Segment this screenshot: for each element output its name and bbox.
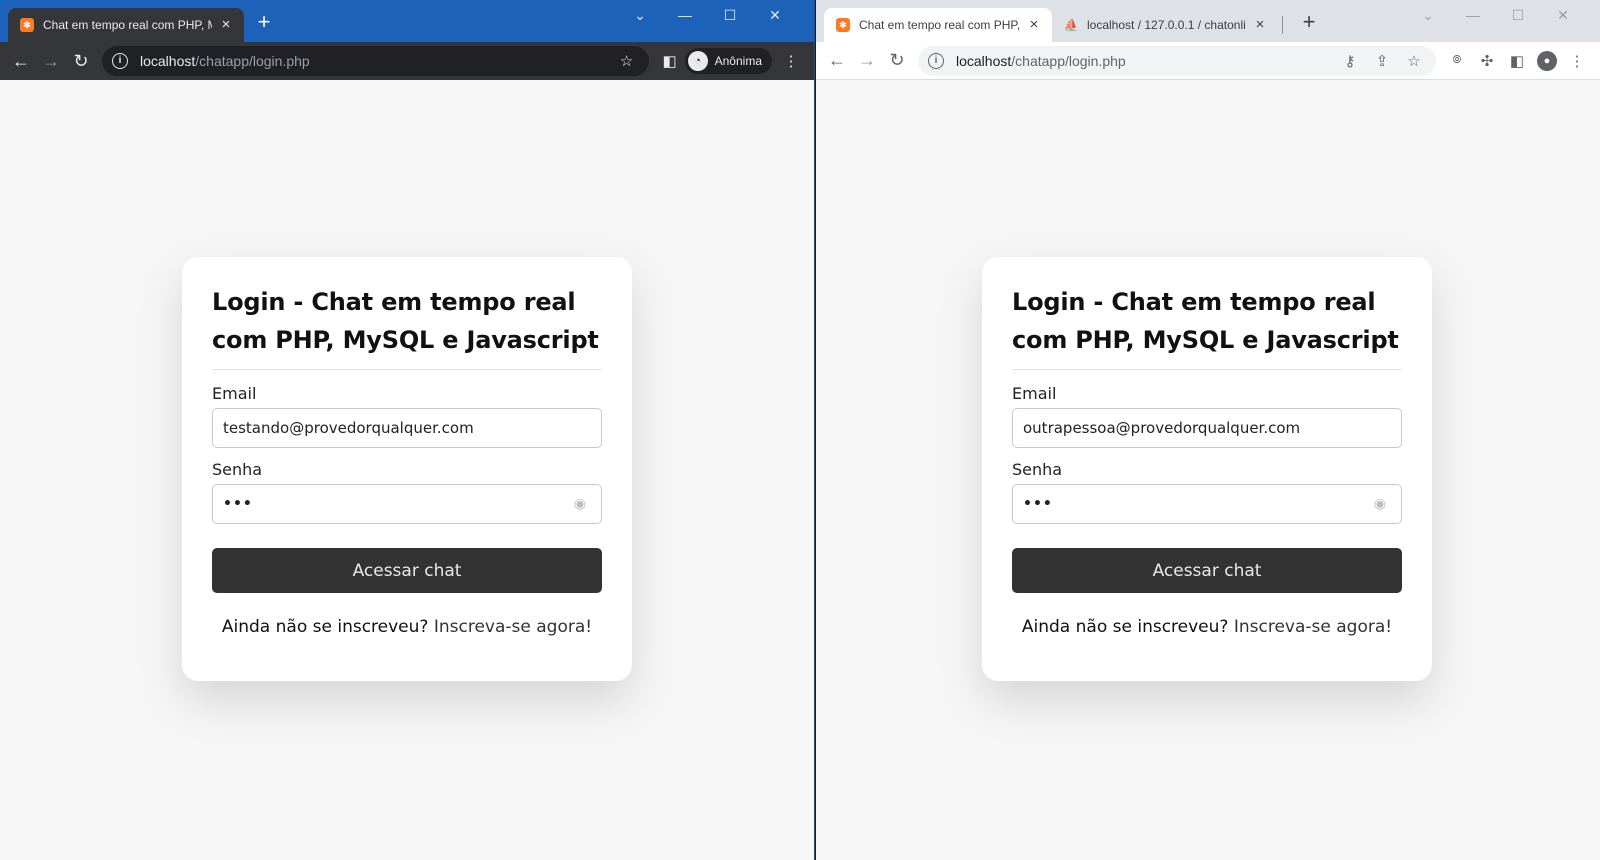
url-path: /chatapp/login.php [1011,52,1126,69]
avatar: ● [1537,50,1557,71]
menu-icon[interactable]: ⋮ [1562,46,1592,76]
email-field[interactable]: testando@provedorqualquer.com [212,408,602,448]
email-label: Email [212,384,257,403]
tab-title: Chat em tempo real com PHP, M [43,18,212,32]
page-viewport: Login - Chat em tempo real com PHP, MySQ… [0,80,814,860]
phpmyadmin-icon: ⛵ [1063,18,1079,32]
tab-title: Chat em tempo real com PHP, M [859,18,1020,32]
incognito-icon: ◔ [687,51,708,71]
url-host: localhost [140,53,196,69]
signup-text: Ainda não se inscreveu? [1021,617,1229,637]
signup-text: Ainda não se inscreveu? [221,617,429,637]
reload-icon[interactable]: ↻ [66,46,96,76]
tab-search-icon[interactable]: ⌄ [618,4,662,28]
url-path: /chatapp/login.php [195,53,310,69]
close-tab-icon[interactable]: × [1026,17,1042,33]
close-tab-icon[interactable]: × [1252,17,1268,33]
signup-prompt: Ainda não se inscreveu? Inscreva-se agor… [1012,617,1402,637]
profile-label: Anônima [714,54,762,68]
email-field[interactable]: outrapessoa@provedorqualquer.com [1012,408,1402,448]
divider [1012,369,1402,370]
tab-strip: ✻ Chat em tempo real com PHP, M × ⛵ loca… [816,0,1600,42]
password-field[interactable]: ••• ◉ [212,484,602,524]
menu-icon[interactable]: ⋮ [776,46,806,76]
forward-icon[interactable]: → [36,46,66,76]
new-tab-button[interactable]: + [253,11,275,34]
password-value: ••• [223,496,253,512]
reload-icon[interactable]: ↻ [882,46,912,76]
tab-phpmyadmin[interactable]: ⛵ localhost / 127.0.0.1 / chatonline × [1052,8,1278,42]
page-title: Login - Chat em tempo real com PHP, MySQ… [1012,288,1399,354]
back-icon[interactable]: ← [6,46,36,76]
profile-icon[interactable]: ● [1532,46,1562,76]
email-value: outrapessoa@provedorqualquer.com [1023,419,1301,437]
address-bar[interactable]: i localhost/chatapp/login.php ☆ [102,46,649,76]
maximize-button[interactable]: ☐ [708,4,752,28]
key-icon[interactable]: ⚷ [1338,52,1362,70]
extensions-icon[interactable]: ✣ [1472,46,1502,76]
back-icon[interactable]: ← [822,46,852,76]
address-bar[interactable]: i localhost/chatapp/login.php ⚷ ⇪ ☆ [918,45,1436,76]
login-button[interactable]: Acessar chat [212,548,602,593]
xampp-icon: ✻ [20,18,34,32]
close-window-button[interactable]: ✕ [1541,4,1585,28]
password-label: Senha [1012,460,1063,479]
signup-link[interactable]: Inscreva-se agora! [1234,617,1392,637]
password-label: Senha [212,460,263,479]
login-card: Login - Chat em tempo real com PHP, MySQ… [182,257,632,681]
xampp-icon: ✻ [836,18,850,32]
browser-window-right: ✻ Chat em tempo real com PHP, M × ⛵ loca… [816,0,1600,860]
minimize-button[interactable]: — [1451,4,1495,28]
new-tab-button[interactable]: + [1298,11,1320,34]
page-viewport: Login - Chat em tempo real com PHP, MySQ… [816,80,1600,860]
email-value: testando@provedorqualquer.com [223,419,474,437]
tab-separator [1282,16,1283,34]
maximize-button[interactable]: ☐ [1496,4,1540,28]
info-icon[interactable]: i [928,52,944,69]
password-value: ••• [1023,496,1053,512]
incognito-profile-button[interactable]: ◔ Anônima [684,48,772,74]
password-field[interactable]: ••• ◉ [1012,484,1402,524]
eye-icon[interactable]: ◉ [1369,496,1391,512]
signup-prompt: Ainda não se inscreveu? Inscreva-se agor… [212,617,602,637]
tab-chat[interactable]: ✻ Chat em tempo real com PHP, M × [8,8,244,42]
browser-window-left: ✻ Chat em tempo real com PHP, M × + ⌄ — … [0,0,815,860]
login-button[interactable]: Acessar chat [1012,548,1402,593]
side-panel-icon[interactable]: ◧ [1502,46,1532,76]
signup-link[interactable]: Inscreva-se agora! [434,617,592,637]
media-icon[interactable]: ⦾ [1442,46,1472,76]
close-window-button[interactable]: ✕ [753,4,797,28]
share-icon[interactable]: ⇪ [1370,52,1394,70]
page-title: Login - Chat em tempo real com PHP, MySQ… [212,288,599,354]
email-label: Email [1012,384,1057,403]
eye-icon[interactable]: ◉ [569,496,591,512]
tab-strip: ✻ Chat em tempo real com PHP, M × + ⌄ — … [0,0,814,42]
browser-toolbar: ← → ↻ i localhost/chatapp/login.php ☆ ◧ … [0,42,814,80]
info-icon[interactable]: i [112,53,128,69]
tab-title: localhost / 127.0.0.1 / chatonline [1087,18,1246,32]
close-tab-icon[interactable]: × [218,17,234,33]
browser-toolbar: ← → ↻ i localhost/chatapp/login.php ⚷ ⇪ … [816,42,1600,80]
url-host: localhost [956,52,1012,69]
bookmark-star-icon[interactable]: ☆ [1402,52,1426,70]
tab-chat[interactable]: ✻ Chat em tempo real com PHP, M × [824,8,1052,42]
tab-search-icon[interactable]: ⌄ [1406,4,1450,28]
minimize-button[interactable]: — [663,4,707,28]
bookmark-star-icon[interactable]: ☆ [615,52,639,70]
forward-icon[interactable]: → [852,46,882,76]
login-card: Login - Chat em tempo real com PHP, MySQ… [982,257,1432,681]
divider [212,369,602,370]
side-panel-icon[interactable]: ◧ [655,46,685,76]
